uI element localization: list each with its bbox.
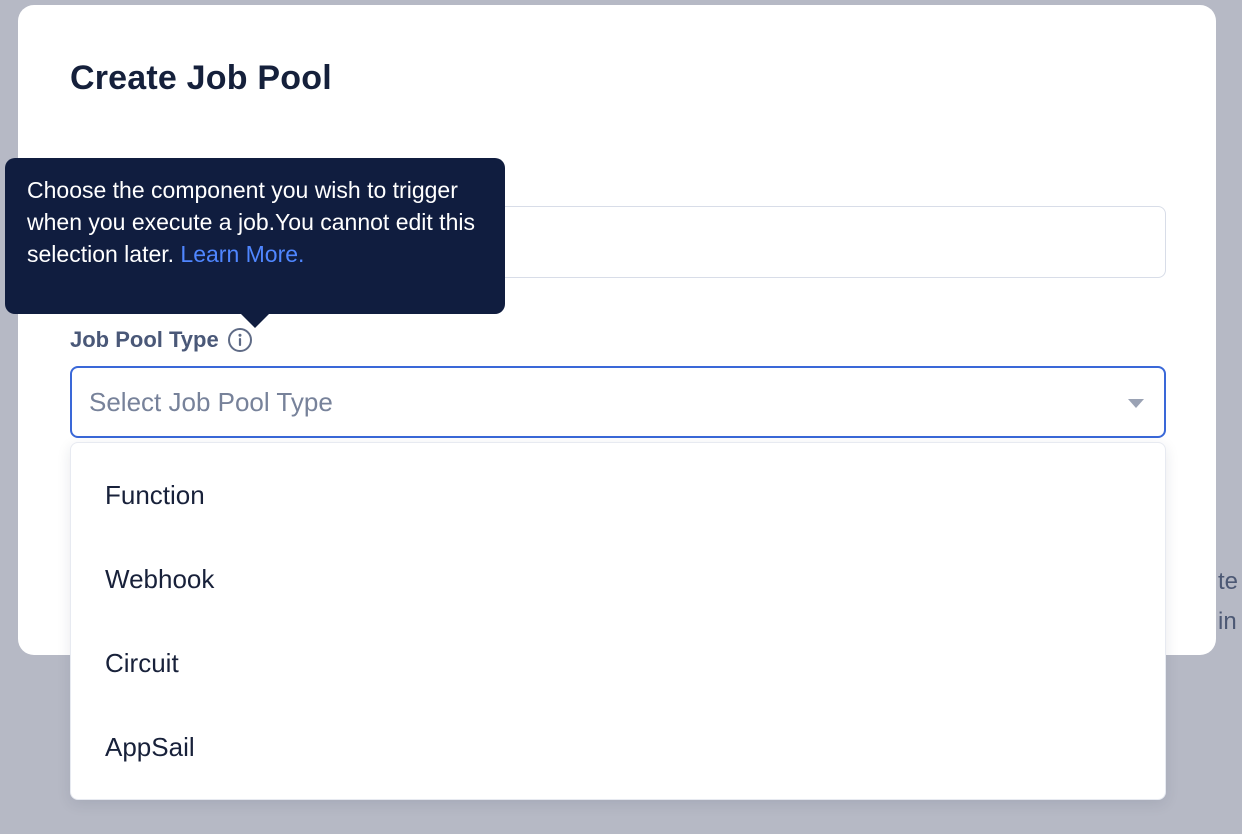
dropdown-option-function[interactable]: Function (71, 453, 1165, 537)
job-pool-type-tooltip: Choose the component you wish to trigger… (5, 158, 505, 328)
dropdown-option-circuit[interactable]: Circuit (71, 621, 1165, 705)
select-placeholder: Select Job Pool Type (89, 386, 333, 417)
background-text-fragment: te (1218, 568, 1239, 595)
dropdown-option-appsail[interactable]: AppSail (71, 705, 1165, 789)
dropdown-option-webhook[interactable]: Webhook (71, 537, 1165, 621)
job-pool-type-dropdown: Function Webhook Circuit AppSail (70, 442, 1166, 800)
caret-down-icon (1128, 399, 1144, 408)
modal-title: Create Job Pool (70, 59, 332, 97)
job-pool-type-select[interactable]: Select Job Pool Type (70, 366, 1166, 438)
background-text-fragment: in (1218, 608, 1237, 635)
info-circle-icon[interactable] (227, 327, 253, 353)
job-pool-type-label-row: Job Pool Type (70, 327, 253, 353)
page: te in Create Job Pool Job Pool Type Sele… (0, 0, 1242, 834)
job-pool-type-label: Job Pool Type (70, 327, 219, 352)
learn-more-link[interactable]: Learn More. (180, 241, 304, 267)
tooltip-arrow (241, 314, 269, 328)
